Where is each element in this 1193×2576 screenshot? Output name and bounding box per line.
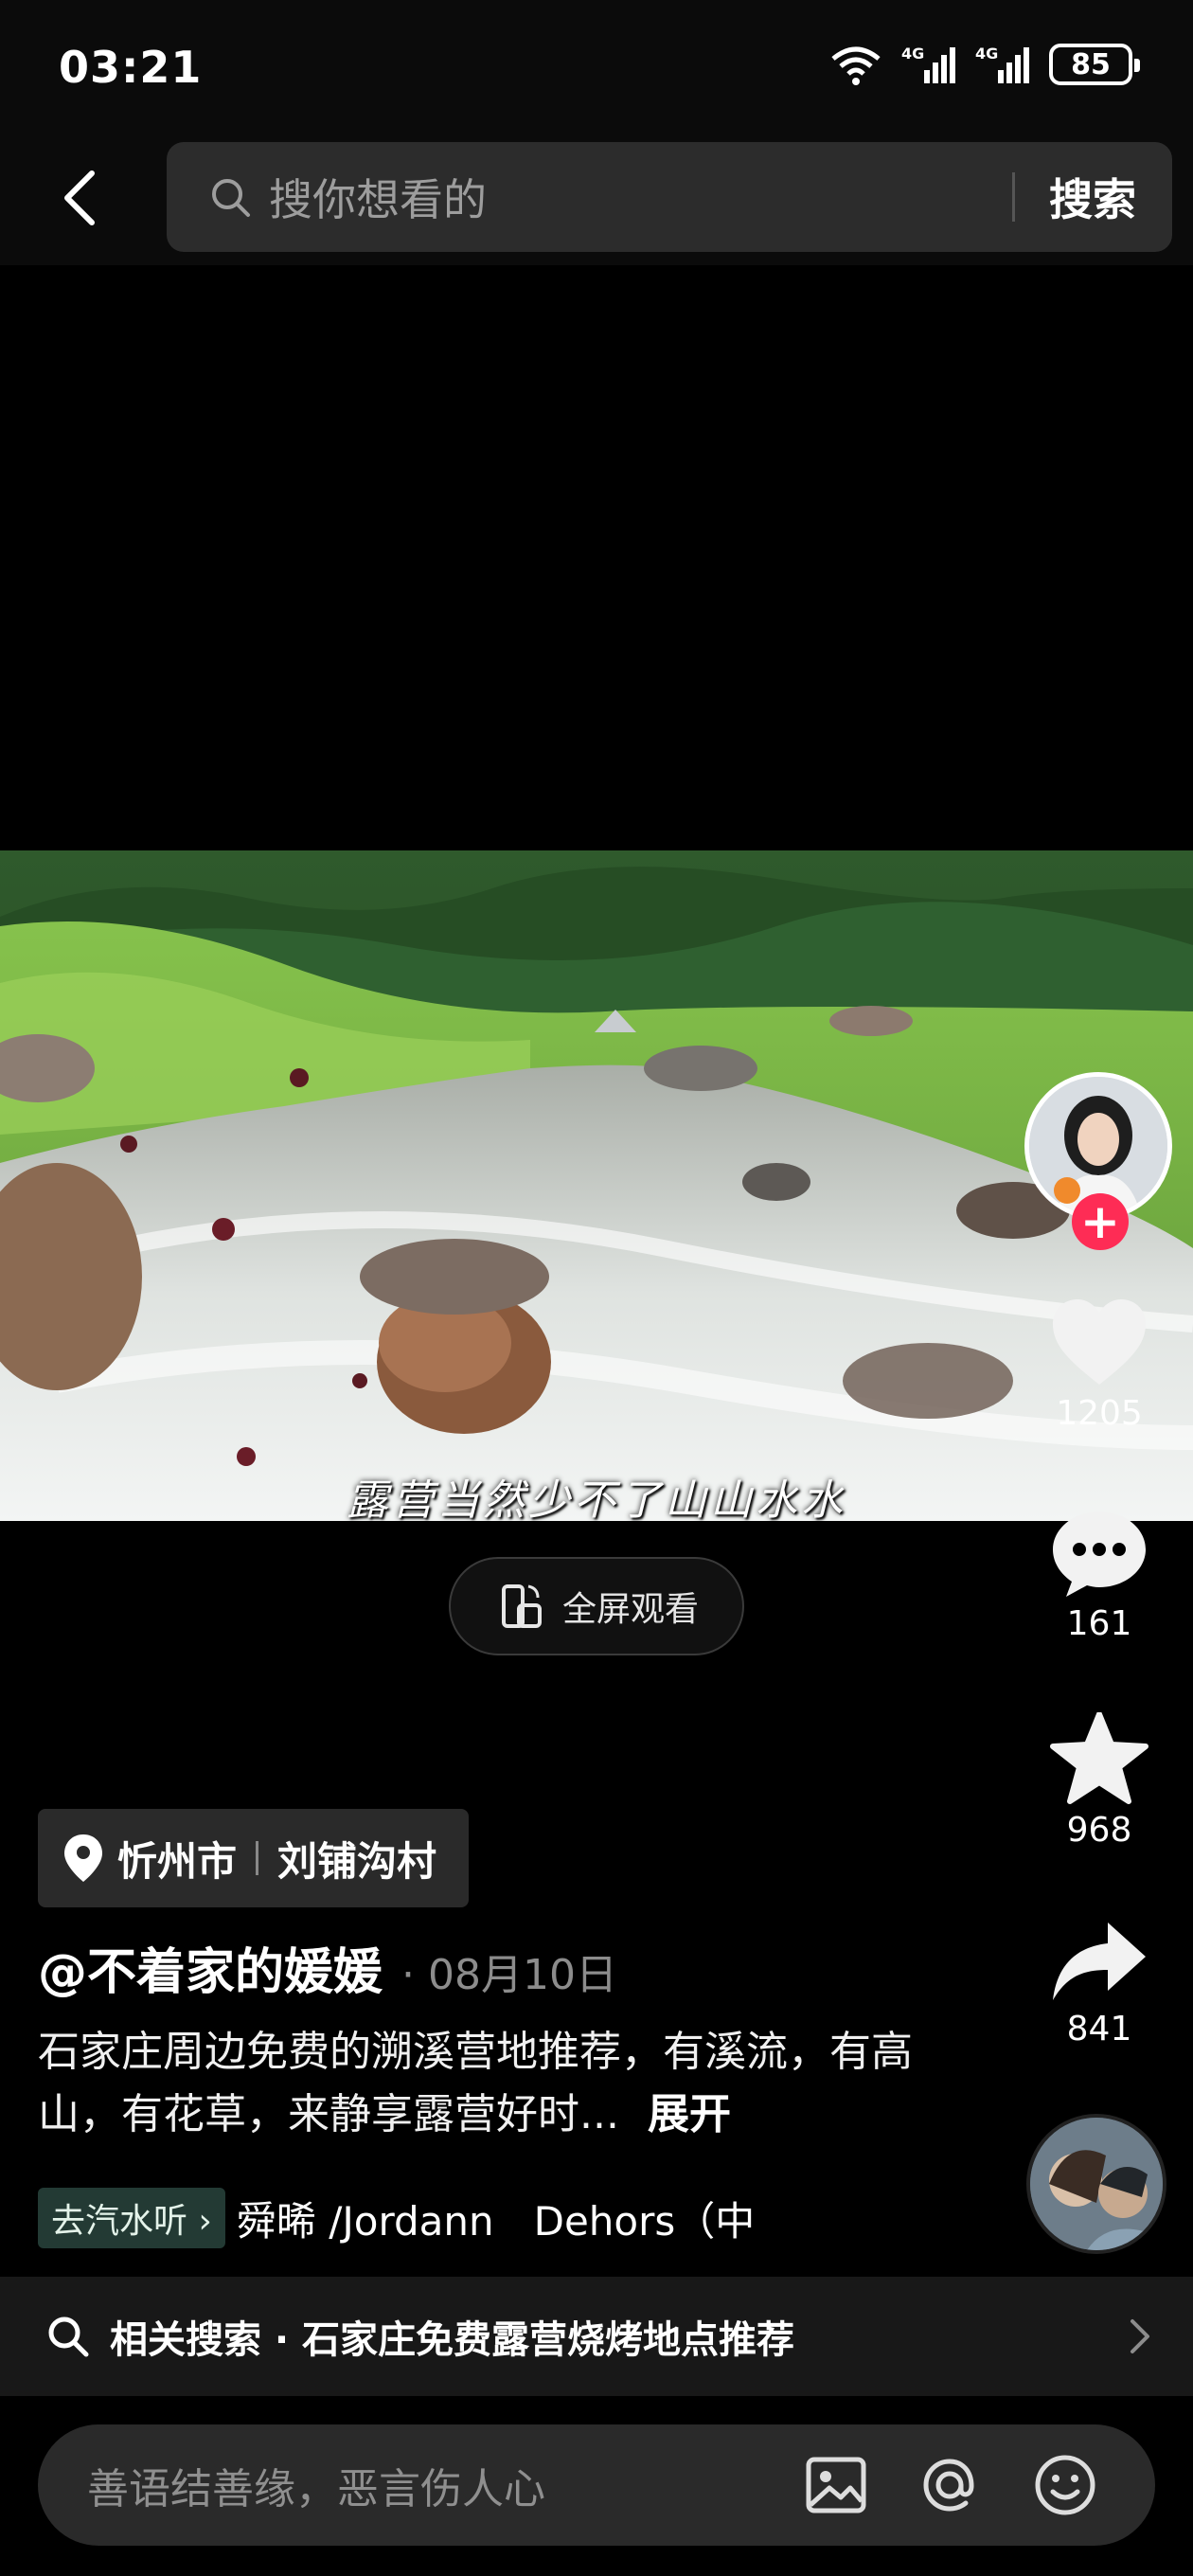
search-divider <box>1012 172 1015 222</box>
video-subtitle: 露营当然少不了山山水水 <box>347 1476 846 1521</box>
music-disc[interactable] <box>1026 2114 1166 2254</box>
fullscreen-label: 全屏观看 <box>561 1590 699 1629</box>
heart-icon <box>1053 1299 1146 1385</box>
svg-text:4G: 4G <box>975 45 998 63</box>
comment-input[interactable]: 善语结善缘，恶言伤人心 <box>87 2455 805 2515</box>
music-name: 舜晞 /Jordann Dehors（中 <box>236 2197 756 2245</box>
author-name[interactable]: @不着家的媛媛 <box>38 1932 383 2003</box>
location-village: 刘铺沟村 <box>277 1837 437 1885</box>
favorite-button[interactable]: 968 <box>1042 1712 1157 1850</box>
video-player[interactable]: 露营当然少不了山山水水 <box>0 850 1193 1521</box>
share-arrow-icon <box>1053 1923 1146 2000</box>
location-chip[interactable]: 忻州市 刘铺沟村 <box>38 1809 470 1907</box>
image-icon[interactable] <box>805 2456 867 2514</box>
share-button[interactable]: 841 <box>1042 1919 1157 2048</box>
music-line[interactable]: 去汽水听 › 舜晞 /Jordann Dehors（中 <box>38 2188 755 2248</box>
status-bar: 03:21 4G 4G 85 <box>0 0 1193 123</box>
like-count: 1205 <box>1056 1394 1143 1433</box>
video-frame-image <box>0 850 1193 1521</box>
emoji-icon[interactable] <box>1032 2452 1098 2518</box>
comment-count: 161 <box>1066 1604 1132 1643</box>
location-separator <box>256 1841 259 1875</box>
svg-text:4G: 4G <box>901 45 924 63</box>
wifi-icon <box>831 46 881 85</box>
search-icon <box>212 179 250 217</box>
open-qishui-button[interactable]: 去汽水听 › <box>38 2188 225 2248</box>
author-line: @不着家的媛媛 · 08月10日 <box>38 1932 617 2003</box>
search-box[interactable]: 搜你想看的 搜索 <box>167 142 1172 252</box>
chevron-left-icon <box>64 170 95 225</box>
caption-text: 石家庄周边免费的溯溪营地推荐，有溪流，有高山，有花草，来静享露营好时... <box>38 2028 913 2138</box>
favorite-count: 968 <box>1066 1811 1132 1850</box>
music-chip-label: 去汽水听 <box>51 2202 188 2241</box>
mention-icon[interactable] <box>917 2452 983 2518</box>
location-pin-icon <box>64 1834 102 1882</box>
back-button[interactable] <box>47 165 114 231</box>
star-icon <box>1050 1712 1148 1804</box>
comment-tools <box>805 2452 1098 2518</box>
battery-indicator: 85 <box>1049 44 1140 85</box>
signal-icon-2: 4G <box>975 45 1029 83</box>
music-cover-image <box>1030 2118 1163 2250</box>
fullscreen-button[interactable]: 全屏观看 <box>449 1557 744 1655</box>
related-search-bar[interactable]: 相关搜索 · 石家庄免费露营烧烤地点推荐 <box>0 2277 1193 2396</box>
comment-button[interactable]: 161 <box>1042 1508 1157 1643</box>
related-search-text: 相关搜索 · 石家庄免费露营烧烤地点推荐 <box>110 2318 795 2362</box>
author-avatar[interactable]: + <box>1024 1072 1172 1250</box>
status-icons: 4G 4G 85 <box>829 44 1140 85</box>
comment-bar[interactable]: 善语结善缘，恶言伤人心 <box>38 2424 1155 2546</box>
location-city: 忻州市 <box>117 1837 238 1885</box>
like-button[interactable]: 1205 <box>1042 1297 1157 1433</box>
post-caption: 石家庄周边免费的溯溪营地推荐，有溪流，有高山，有花草，来静享露营好时... 展开 <box>38 2021 985 2146</box>
comment-bubble-icon <box>1053 1512 1146 1597</box>
chevron-right-icon <box>1131 2319 1149 2353</box>
follow-button[interactable]: + <box>1072 1193 1129 1250</box>
rotate-screen-icon <box>501 1584 542 1628</box>
top-bar: 搜你想看的 搜索 <box>0 123 1193 265</box>
share-count: 841 <box>1066 2010 1132 2048</box>
status-time: 03:21 <box>59 42 203 93</box>
signal-icon: 4G <box>901 45 955 83</box>
search-icon <box>48 2317 89 2357</box>
post-date: · 08月10日 <box>401 1951 617 1999</box>
search-input[interactable]: 搜你想看的 <box>269 166 1012 228</box>
search-button[interactable]: 搜索 <box>1049 166 1136 228</box>
expand-button[interactable]: 展开 <box>648 2090 731 2138</box>
